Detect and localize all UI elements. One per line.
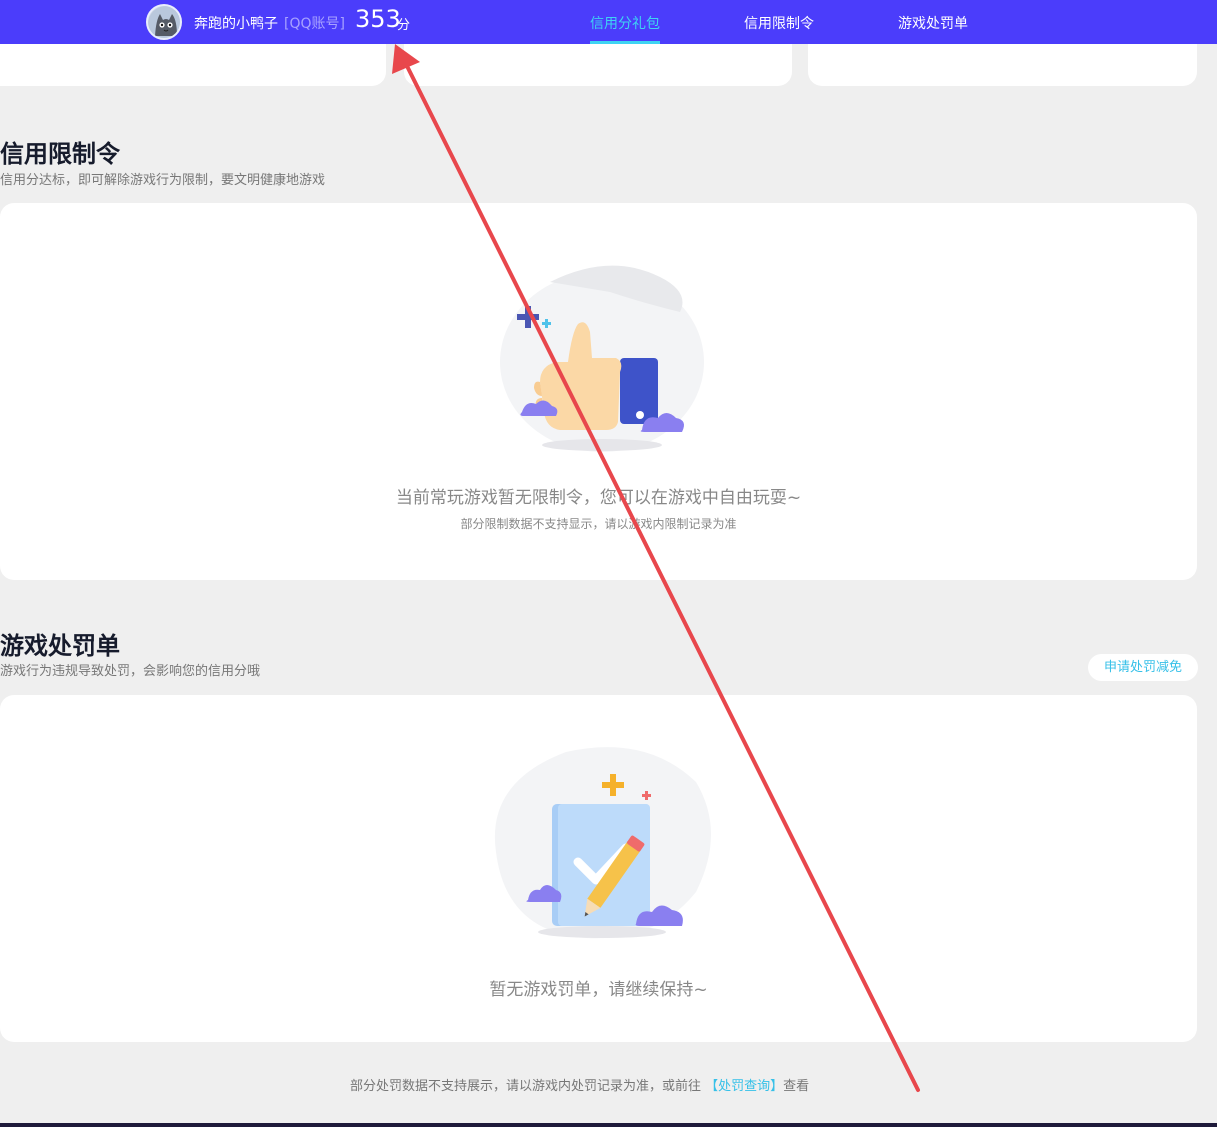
credit-score-value: 353 [355,5,401,33]
gift-card-3 [808,44,1197,86]
tab-credit-gift[interactable]: 信用分礼包 [590,13,660,33]
restriction-section-subtitle: 信用分达标，即可解除游戏行为限制，要文明健康地游戏 [0,173,326,188]
thumbs-up-icon [500,265,704,452]
penalty-section-subtitle: 游戏行为违规导致处罚，会影响您的信用分哦 [0,664,261,679]
penalty-empty-text: 暂无游戏罚单，请继续保持~ [489,980,708,1000]
active-tab-indicator [590,41,660,44]
tab-credit-restriction[interactable]: 信用限制令 [744,13,814,33]
bottom-strip [0,1123,1217,1127]
tab-game-penalty[interactable]: 游戏处罚单 [898,13,968,33]
penalty-section-title: 游戏处罚单 [0,632,120,660]
credit-score-unit: 分 [397,18,411,33]
top-nav-bar: 奔跑的小鸭子 [QQ账号] 353 分 信用分礼包 信用限制令 游戏处罚单 [0,0,1217,44]
gift-card-2 [404,44,792,86]
gift-card-1 [0,44,386,86]
user-name: 奔跑的小鸭子 [194,16,278,32]
restriction-section-title: 信用限制令 [0,140,120,168]
footer-note: 部分处罚数据不支持展示，请以游戏内处罚记录为准，或前往 【处罚查询】查看 [350,1075,809,1094]
checklist-pencil-icon [494,747,711,939]
footer-note-suffix: 查看 [783,1079,810,1094]
apply-penalty-reduction-button[interactable]: 申请处罚减免 [1088,654,1198,681]
penalty-query-link[interactable]: 【处罚查询】 [705,1079,783,1094]
account-type-label: [QQ账号] [284,16,345,32]
cat-avatar-icon [148,6,180,38]
footer-note-prefix: 部分处罚数据不支持展示，请以游戏内处罚记录为准，或前往 [350,1079,702,1094]
restriction-note: 部分限制数据不支持显示，请以游戏内限制记录为准 [460,517,737,531]
restriction-empty-text: 当前常玩游戏暂无限制令，您可以在游戏中自由玩耍~ [395,488,802,508]
avatar[interactable] [146,4,182,40]
